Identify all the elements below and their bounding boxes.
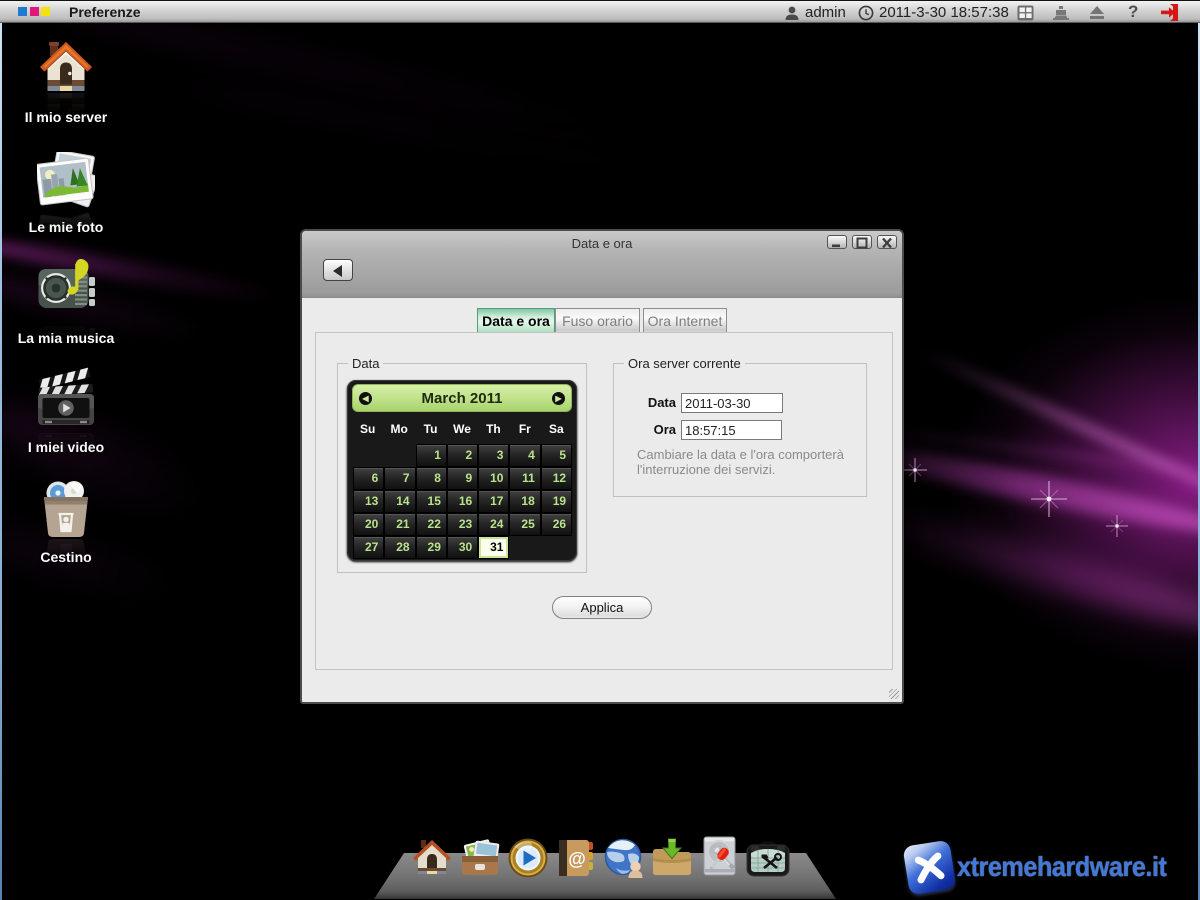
svg-text:@: @: [568, 849, 586, 869]
